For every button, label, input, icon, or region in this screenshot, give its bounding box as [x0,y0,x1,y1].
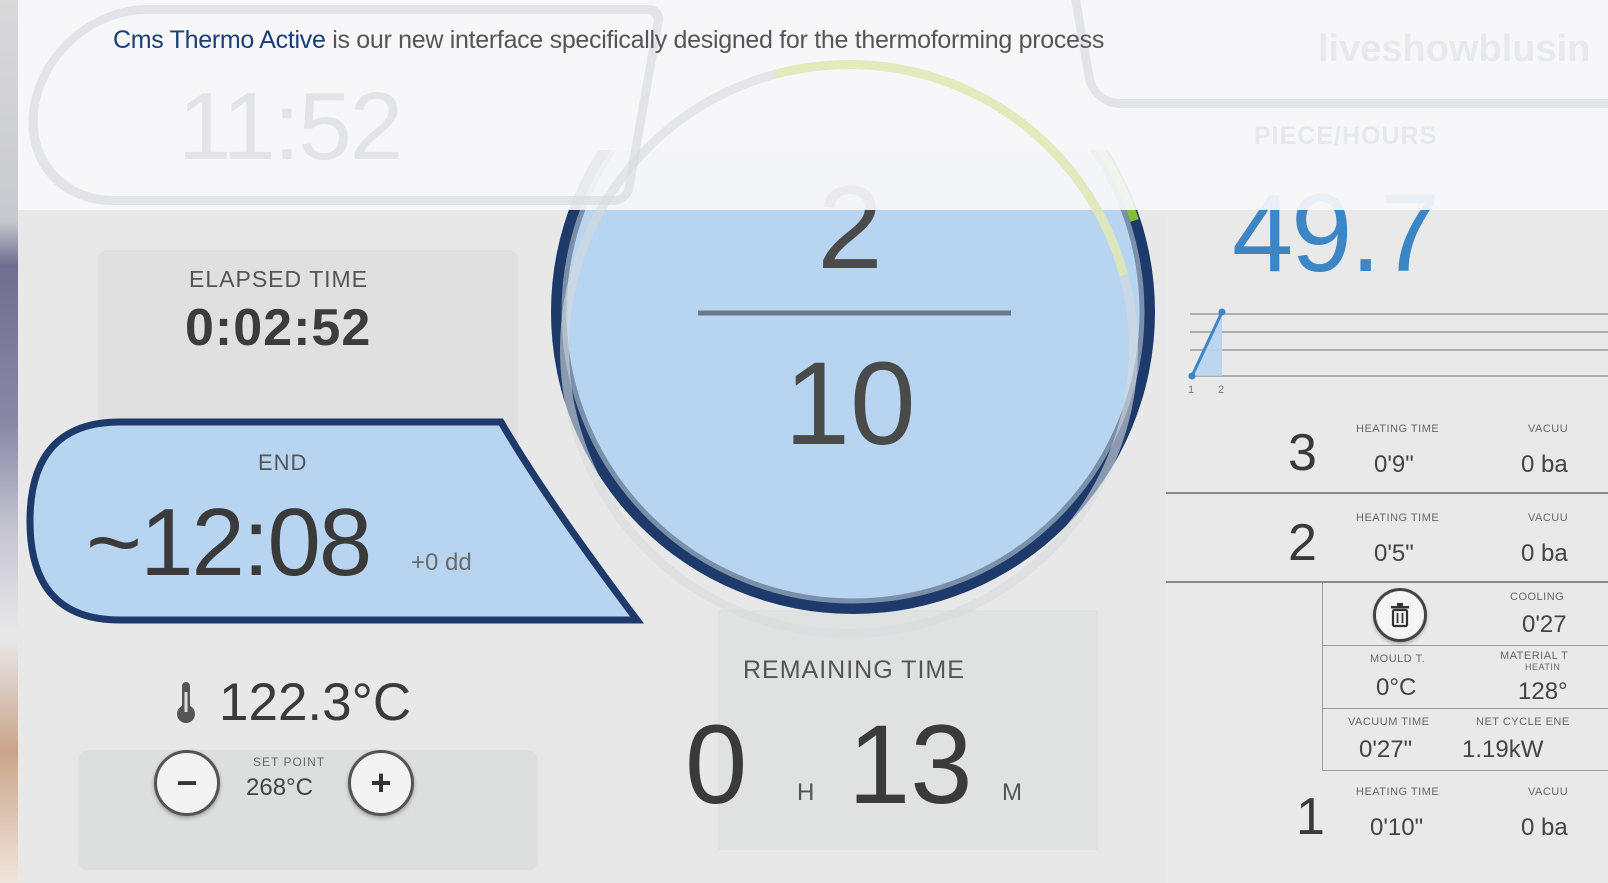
vacuum-value: 0 ba [1521,451,1568,478]
faded-header-text: liveshowblusin [1318,28,1591,70]
heating-time-value: 0'5" [1374,540,1414,567]
cooling-label: COOLING [1510,591,1565,603]
row-divider [1166,581,1608,583]
trash-icon [1391,603,1409,628]
remaining-hours: 0 [685,702,748,827]
material-temp-sublabel: HEATIN [1525,662,1561,672]
heating-time-label: HEATING TIME [1356,786,1440,798]
heating-time-label: HEATING TIME [1356,423,1440,435]
spark-tick-1: 1 [1188,384,1194,396]
increase-setpoint-button[interactable]: + [348,750,414,816]
cycle-number[interactable]: 1 [1296,787,1325,847]
banner-description: is our new interface specifically design… [325,26,1105,54]
remaining-minutes-unit: M [1002,779,1022,806]
net-cycle-energy-label: NET CYCLE ENE [1476,716,1570,728]
heating-time-label: HEATING TIME [1356,512,1440,524]
mould-temp-label: MOULD T. [1370,653,1426,665]
cycle-number[interactable]: 2 [1288,513,1317,573]
row-divider [1166,492,1608,494]
end-day-offset: +0 dd [411,549,472,576]
spark-tick-2: 2 [1218,384,1224,396]
net-cycle-energy-value: 1.19kW [1462,736,1544,763]
pieces-per-hour-label: PIECE/HOURS [1254,122,1438,150]
mould-temp-value: 0°C [1376,674,1417,701]
setpoint-label: SET POINT [253,755,326,769]
background-photo-strip [0,0,18,883]
vacuum-label: VACUU [1528,512,1569,524]
setpoint-value: 268°C [246,774,313,801]
vacuum-value: 0 ba [1521,814,1568,841]
vacuum-value: 0 ba [1521,540,1568,567]
heating-time-value: 0'10" [1370,814,1424,841]
elapsed-time-label: ELAPSED TIME [189,266,369,292]
heating-time-value: 0'9" [1374,451,1414,478]
vacuum-time-value: 0'27" [1359,736,1413,763]
elapsed-time-value: 0:02:52 [185,299,372,357]
faded-clock: 11:52 [178,73,403,180]
cooling-value: 0'27 [1522,611,1567,638]
material-temp-label: MATERIAL T [1500,650,1569,662]
cycle-number[interactable]: 3 [1288,423,1317,483]
remaining-minutes: 13 [848,702,973,827]
material-temp-value: 128° [1518,678,1568,705]
detail-divider [1322,770,1608,771]
thermometer-icon [177,682,195,723]
detail-divider [1322,708,1608,709]
end-label: END [258,450,308,475]
decrease-setpoint-button[interactable]: − [154,750,220,816]
end-time-value: ~12:08 [86,489,372,596]
vacuum-label: VACUU [1528,423,1569,435]
banner-caption: Cms Thermo Active is our new interface s… [113,26,1104,55]
vacuum-label: VACUU [1528,786,1569,798]
temperature-value: 122.3°C [219,673,412,732]
detail-divider [1322,645,1608,646]
detail-divider [1322,583,1323,771]
vacuum-time-label: VACUUM TIME [1348,716,1430,728]
remaining-hours-unit: H [797,779,815,806]
banner-brand: Cms Thermo Active [113,26,326,54]
delete-cycle-button[interactable] [1373,588,1427,642]
remaining-time-label: REMAINING TIME [743,656,965,684]
production-sparkline: 1 2 [1188,308,1608,396]
